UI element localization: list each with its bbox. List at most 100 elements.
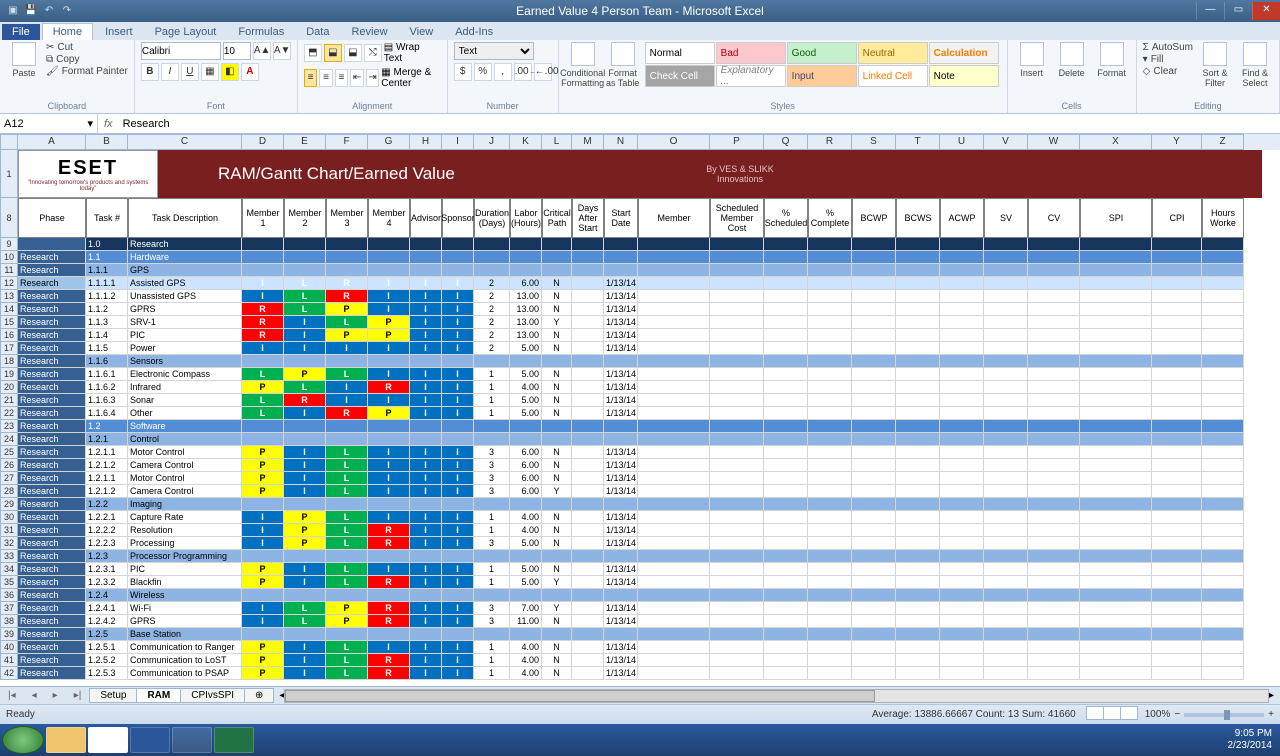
cell-member-6[interactable]: I <box>442 537 474 550</box>
cell-task[interactable]: 1.2.5.3 <box>86 667 128 680</box>
cell-member-3[interactable]: R <box>326 277 368 290</box>
currency-icon[interactable]: $ <box>454 63 472 81</box>
fx-icon[interactable]: fx <box>98 118 119 130</box>
cell-member-2[interactable]: P <box>284 524 326 537</box>
close-button[interactable]: ✕ <box>1252 2 1280 20</box>
cell-desc[interactable]: Motor Control <box>128 472 242 485</box>
cell-member-1[interactable]: P <box>242 563 284 576</box>
cell-member-1[interactable]: R <box>242 329 284 342</box>
zoom-control[interactable]: 100% −+ <box>1145 709 1274 720</box>
cell-desc[interactable]: Base Station <box>128 628 242 641</box>
cell-member-5[interactable]: I <box>410 316 442 329</box>
tab-review[interactable]: Review <box>341 24 397 40</box>
autosum-button[interactable]: Σ AutoSum <box>1143 42 1193 53</box>
cell-phase[interactable]: Research <box>18 615 86 628</box>
start-button[interactable] <box>2 726 44 754</box>
font-name-select[interactable] <box>141 42 221 60</box>
style-neutral[interactable]: Neutral <box>858 42 928 64</box>
data-row-36[interactable]: 36Research1.2.4Wireless <box>0 589 1280 602</box>
style-check-cell[interactable]: Check Cell <box>645 65 715 87</box>
cell-desc[interactable]: Wi-Fi <box>128 602 242 615</box>
col-header-R[interactable]: R <box>808 134 852 150</box>
col-header-B[interactable]: B <box>86 134 128 150</box>
tab-data[interactable]: Data <box>296 24 339 40</box>
cell-phase[interactable]: Research <box>18 667 86 680</box>
cell-member-3[interactable]: I <box>326 381 368 394</box>
cell-member-5[interactable]: I <box>410 277 442 290</box>
bold-button[interactable]: B <box>141 63 159 81</box>
col-header-F[interactable]: F <box>326 134 368 150</box>
cell-task[interactable]: 1.1.1.2 <box>86 290 128 303</box>
align-bottom-icon[interactable]: ⬓ <box>344 44 362 62</box>
cell-member-2[interactable]: I <box>284 641 326 654</box>
sheet-tab-setup[interactable]: Setup <box>89 688 137 703</box>
cell-phase[interactable]: Research <box>18 394 86 407</box>
sheet-nav-last[interactable]: ▸| <box>66 690 90 701</box>
cell-phase[interactable]: Research <box>18 407 86 420</box>
data-row-13[interactable]: 13Research1.1.1.2Unassisted GPSILRIII213… <box>0 290 1280 303</box>
cell-desc[interactable]: SRV-1 <box>128 316 242 329</box>
cell-member-4[interactable]: I <box>368 563 410 576</box>
cell-member-2[interactable]: L <box>284 277 326 290</box>
cell-phase[interactable]: Research <box>18 563 86 576</box>
tab-home[interactable]: Home <box>42 23 93 40</box>
cell-task[interactable]: 1.2.2.2 <box>86 524 128 537</box>
cell-member-2[interactable]: L <box>284 303 326 316</box>
cell-phase[interactable]: Research <box>18 641 86 654</box>
number-format-select[interactable]: Text <box>454 42 534 60</box>
cell-member-5[interactable]: I <box>410 446 442 459</box>
grid-rows[interactable]: 1 ESET"Innovating tomorrow's products an… <box>0 150 1280 686</box>
cell-member-1[interactable]: P <box>242 576 284 589</box>
col-header-H[interactable]: H <box>410 134 442 150</box>
cell-member-2[interactable]: I <box>284 459 326 472</box>
cell-member-5[interactable]: I <box>410 563 442 576</box>
sort-filter-button[interactable]: Sort & Filter <box>1197 42 1233 88</box>
align-top-icon[interactable]: ⬒ <box>304 44 322 62</box>
cell-member-5[interactable]: I <box>410 576 442 589</box>
cell-task[interactable]: 1.1 <box>86 251 128 264</box>
cell-desc[interactable]: Communication to PSAP <box>128 667 242 680</box>
fill-button[interactable]: ▾ Fill <box>1143 54 1193 65</box>
cell-phase[interactable]: Research <box>18 355 86 368</box>
cell-member-6[interactable]: I <box>442 394 474 407</box>
cell-task[interactable]: 1.2.2 <box>86 498 128 511</box>
cell-member-6[interactable]: I <box>442 459 474 472</box>
cell-phase[interactable]: Research <box>18 342 86 355</box>
cell-member-3[interactable]: L <box>326 654 368 667</box>
cell-desc[interactable]: GPRS <box>128 615 242 628</box>
cell-desc[interactable]: GPRS <box>128 303 242 316</box>
cell-member-6[interactable]: I <box>442 576 474 589</box>
cell-member-4[interactable]: P <box>368 316 410 329</box>
data-row-26[interactable]: 26Research1.2.1.2Camera ControlPILIII36.… <box>0 459 1280 472</box>
cell-member-6[interactable]: I <box>442 290 474 303</box>
cell-styles-gallery[interactable]: Normal Bad Good Neutral Calculation Chec… <box>645 42 1001 87</box>
cell-member-6[interactable]: I <box>442 641 474 654</box>
cell-phase[interactable]: Research <box>18 368 86 381</box>
cell-member-3[interactable]: R <box>326 407 368 420</box>
cell-phase[interactable]: Research <box>18 420 86 433</box>
cell-member-1[interactable]: I <box>242 602 284 615</box>
font-color-button[interactable]: A <box>241 63 259 81</box>
tab-addins[interactable]: Add-Ins <box>445 24 503 40</box>
data-row-30[interactable]: 30Research1.2.2.1Capture RateIPLIII14.00… <box>0 511 1280 524</box>
cell-member-4[interactable]: I <box>368 446 410 459</box>
cell-phase[interactable]: Research <box>18 576 86 589</box>
cell-member-6[interactable]: I <box>442 615 474 628</box>
cell-phase[interactable]: Research <box>18 485 86 498</box>
cell-task[interactable]: 1.1.6.4 <box>86 407 128 420</box>
cell-member-3[interactable]: L <box>326 368 368 381</box>
cell-phase[interactable]: Research <box>18 264 86 277</box>
shrink-font-icon[interactable]: A▼ <box>273 42 291 60</box>
cell-phase[interactable]: Research <box>18 550 86 563</box>
conditional-formatting-button[interactable]: Conditional Formatting <box>565 42 601 88</box>
cell-member-6[interactable]: I <box>442 485 474 498</box>
underline-button[interactable]: U <box>181 63 199 81</box>
cell-member-1[interactable]: I <box>242 290 284 303</box>
cell-member-1[interactable]: I <box>242 615 284 628</box>
cell-phase[interactable]: Research <box>18 277 86 290</box>
data-row-20[interactable]: 20Research1.1.6.2InfraredPLIRII14.00N1/1… <box>0 381 1280 394</box>
col-header-U[interactable]: U <box>940 134 984 150</box>
cell-member-5[interactable]: I <box>410 524 442 537</box>
cell-member-5[interactable]: I <box>410 459 442 472</box>
cell-member-1[interactable]: I <box>242 511 284 524</box>
